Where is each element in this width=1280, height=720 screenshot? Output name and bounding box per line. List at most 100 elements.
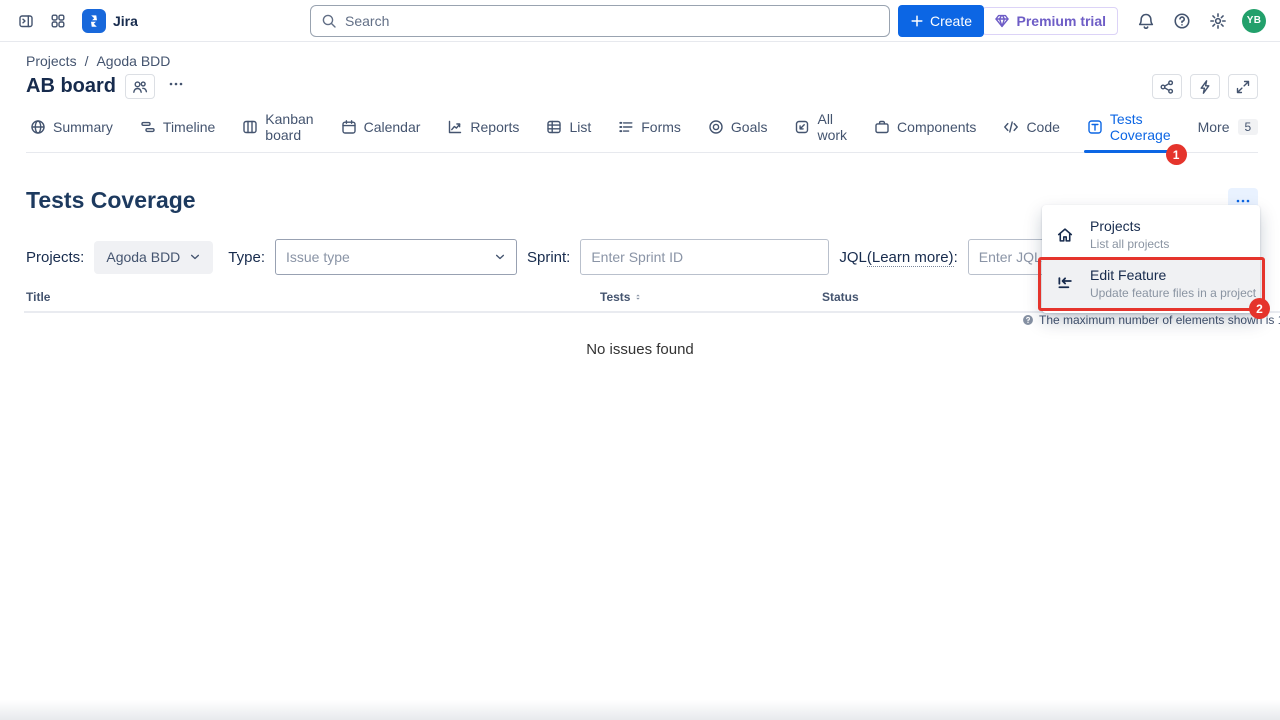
kanban-tab-icon xyxy=(242,119,258,135)
board-actions xyxy=(1152,74,1258,99)
column-title: Title xyxy=(26,290,50,304)
breadcrumb-board[interactable]: Agoda BDD xyxy=(96,53,170,69)
app-name: Jira xyxy=(113,13,138,29)
bell-icon xyxy=(1137,12,1155,30)
all-work-tab-icon xyxy=(794,119,810,135)
projects-filter-dropdown[interactable]: Agoda BDD xyxy=(94,241,213,274)
empty-state-text: No issues found xyxy=(0,341,1280,358)
fullscreen-button[interactable] xyxy=(1228,74,1258,99)
projects-filter-label: Projects: xyxy=(26,249,84,266)
tab-label: Goals xyxy=(731,119,768,135)
help-button[interactable] xyxy=(1166,5,1198,37)
tab-more[interactable]: More 5 xyxy=(1198,119,1259,135)
tab-label: Summary xyxy=(53,119,113,135)
timeline-tab-icon xyxy=(140,119,156,135)
max-elements-footnote: The maximum number of elements shown is … xyxy=(1022,313,1280,327)
topbar-right-cluster: Premium trial YB xyxy=(982,5,1270,37)
board-more-button[interactable] xyxy=(164,76,188,97)
people-icon xyxy=(132,79,148,95)
tab-label: Kanban board xyxy=(265,111,313,143)
ellipsis-icon xyxy=(168,76,184,92)
menu-item-edit-feature[interactable]: Edit Feature Update feature files in a p… xyxy=(1042,259,1260,308)
jira-logo[interactable]: Jira xyxy=(82,9,138,33)
tab-code[interactable]: Code xyxy=(1003,119,1059,135)
tab-components[interactable]: Components xyxy=(874,119,976,135)
goals-tab-icon xyxy=(708,119,724,135)
jql-label-colon: : xyxy=(954,249,958,266)
create-button-label: Create xyxy=(930,13,972,29)
home-icon xyxy=(1056,226,1074,244)
tab-label: List xyxy=(569,119,591,135)
tab-timeline[interactable]: Timeline xyxy=(140,119,215,135)
board-header: Projects / Agoda BDD AB board Summary xyxy=(0,42,1280,153)
list-tab-icon xyxy=(546,119,562,135)
tab-label: Timeline xyxy=(163,119,215,135)
tab-label: Tests Coverage xyxy=(1110,111,1171,143)
sidebar-toggle-icon xyxy=(18,13,34,29)
search-input[interactable] xyxy=(345,13,879,29)
annotation-step-2: 2 xyxy=(1249,298,1270,319)
tab-label: All work xyxy=(817,111,847,143)
jql-learn-more-link[interactable]: (Learn more) xyxy=(867,249,954,267)
bottom-shadow xyxy=(0,700,1280,720)
app-switcher-button[interactable] xyxy=(42,5,74,37)
tab-label: Calendar xyxy=(364,119,421,135)
summary-tab-icon xyxy=(30,119,46,135)
menu-item-subtitle: List all projects xyxy=(1090,237,1169,251)
forms-tab-icon xyxy=(618,119,634,135)
share-icon xyxy=(1159,79,1175,95)
tab-calendar[interactable]: Calendar xyxy=(341,119,421,135)
panel-actions-menu: Projects List all projects Edit Feature … xyxy=(1042,205,1260,313)
column-status: Status xyxy=(822,290,859,304)
premium-trial-button[interactable]: Premium trial xyxy=(982,7,1118,35)
more-count-badge: 5 xyxy=(1238,119,1259,135)
menu-item-title: Edit Feature xyxy=(1090,267,1256,283)
breadcrumb-projects[interactable]: Projects xyxy=(26,53,77,69)
chevron-down-icon xyxy=(189,251,201,263)
tab-tests-coverage[interactable]: Tests Coverage 1 xyxy=(1087,111,1171,143)
sort-icon xyxy=(633,292,643,302)
tab-goals[interactable]: Goals xyxy=(708,119,768,135)
issue-type-select[interactable]: Issue type xyxy=(275,239,517,275)
edit-feature-icon xyxy=(1056,275,1074,293)
menu-item-projects[interactable]: Projects List all projects xyxy=(1042,210,1260,259)
tab-kanban-board[interactable]: Kanban board xyxy=(242,111,313,143)
app-grid-icon xyxy=(50,13,66,29)
breadcrumb-separator: / xyxy=(85,53,89,69)
gear-icon xyxy=(1209,12,1227,30)
create-button[interactable]: Create xyxy=(898,5,984,37)
tab-list[interactable]: List xyxy=(546,119,591,135)
sprint-id-input[interactable] xyxy=(580,239,829,275)
calendar-tab-icon xyxy=(341,119,357,135)
issue-type-placeholder: Issue type xyxy=(286,249,350,265)
tab-summary[interactable]: Summary xyxy=(30,119,113,135)
board-title: AB board xyxy=(26,75,116,98)
chevron-down-icon xyxy=(494,251,506,263)
diamond-icon xyxy=(994,13,1010,29)
notifications-button[interactable] xyxy=(1130,5,1162,37)
lightning-icon xyxy=(1197,79,1213,95)
tab-forms[interactable]: Forms xyxy=(618,119,681,135)
expand-icon xyxy=(1235,79,1251,95)
type-filter-label: Type: xyxy=(228,249,265,266)
breadcrumb: Projects / Agoda BDD xyxy=(26,53,1258,69)
board-members-button[interactable] xyxy=(125,74,155,99)
column-tests-label: Tests xyxy=(600,290,630,304)
user-avatar[interactable]: YB xyxy=(1242,9,1266,33)
menu-item-subtitle: Update feature files in a project xyxy=(1090,286,1256,300)
jira-arrows-icon xyxy=(87,14,101,28)
jql-filter-label: JQL(Learn more): xyxy=(839,249,957,266)
tab-label: Code xyxy=(1026,119,1059,135)
tab-all-work[interactable]: All work xyxy=(794,111,847,143)
global-search[interactable] xyxy=(310,5,890,37)
share-button[interactable] xyxy=(1152,74,1182,99)
jira-logo-mark xyxy=(82,9,106,33)
sidebar-toggle-button[interactable] xyxy=(10,5,42,37)
jql-label-text: JQL xyxy=(839,249,867,266)
tab-reports[interactable]: Reports xyxy=(447,119,519,135)
footnote-prefix: The maximum number of xyxy=(1039,313,1176,327)
settings-button[interactable] xyxy=(1202,5,1234,37)
menu-item-title: Projects xyxy=(1090,218,1169,234)
column-tests[interactable]: Tests xyxy=(600,290,643,304)
automation-button[interactable] xyxy=(1190,74,1220,99)
